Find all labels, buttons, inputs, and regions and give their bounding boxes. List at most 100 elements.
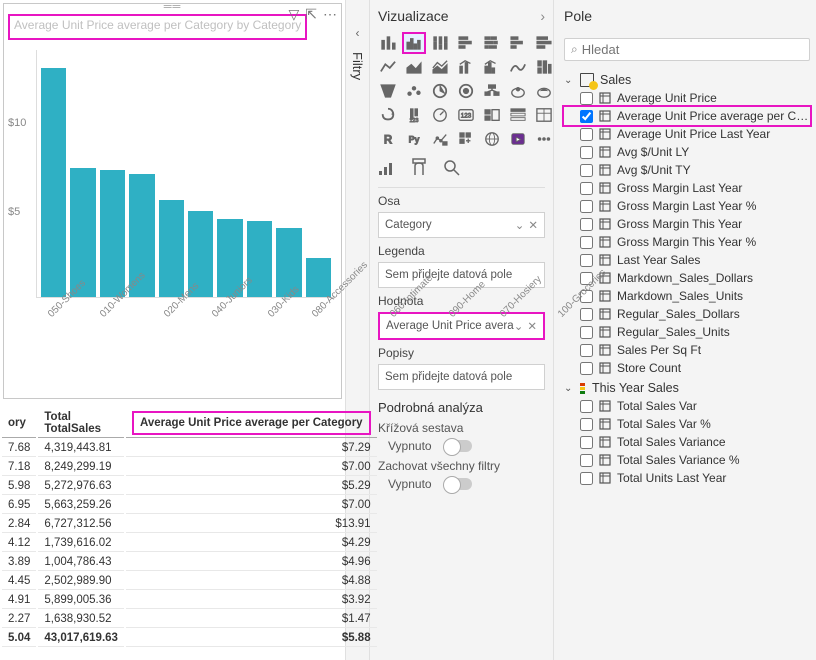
viz-type-icon[interactable] <box>456 82 476 100</box>
data-table[interactable]: ory Total TotalSales Average Unit Price … <box>0 407 379 649</box>
bar[interactable] <box>159 200 184 297</box>
field-checkbox[interactable] <box>580 454 593 467</box>
more-icon[interactable]: ⋯ <box>323 6 337 23</box>
viz-type-icon[interactable] <box>482 34 502 52</box>
search-input[interactable] <box>582 42 803 57</box>
chevron-down-icon[interactable]: ⌄ <box>515 218 525 232</box>
field-row[interactable]: Store Count <box>564 359 810 377</box>
table-row[interactable]: 4.121,739,616.02$4.29 <box>2 535 377 552</box>
field-row[interactable]: Average Unit Price Last Year <box>564 125 810 143</box>
field-row[interactable]: Total Sales Variance <box>564 433 810 451</box>
viz-type-icon[interactable] <box>378 82 398 100</box>
viz-type-icon[interactable] <box>482 106 502 124</box>
col-totalsales[interactable]: Total TotalSales <box>38 409 124 438</box>
viz-type-icon[interactable] <box>456 34 476 52</box>
table-row[interactable]: 7.188,249,299.19$7.00 <box>2 459 377 476</box>
bar[interactable] <box>306 258 331 297</box>
bar[interactable] <box>70 168 95 297</box>
axis-field-well[interactable]: Category ⌄✕ <box>378 212 545 238</box>
viz-type-icon[interactable]: 123 <box>456 106 476 124</box>
viz-type-icon[interactable] <box>508 82 528 100</box>
table-row[interactable]: 2.271,638,930.52$1.47 <box>2 611 377 628</box>
bar[interactable] <box>100 170 125 297</box>
fields-tab-icon[interactable] <box>378 158 396 179</box>
field-checkbox[interactable] <box>580 362 593 375</box>
table-sales[interactable]: ⌄ Sales <box>564 71 810 89</box>
field-row[interactable]: Gross Margin Last Year <box>564 179 810 197</box>
table-row[interactable]: 7.684,319,443.81$7.29 <box>2 440 377 457</box>
viz-type-icon[interactable] <box>534 130 554 148</box>
viz-type-icon[interactable] <box>482 130 502 148</box>
viz-type-icon[interactable] <box>508 34 528 52</box>
viz-type-icon[interactable] <box>508 130 528 148</box>
field-checkbox[interactable] <box>580 164 593 177</box>
viz-type-icon[interactable] <box>534 34 554 52</box>
bar[interactable] <box>276 228 301 297</box>
field-checkbox[interactable] <box>580 436 593 449</box>
viz-type-icon[interactable] <box>378 58 398 76</box>
field-row[interactable]: Gross Margin Last Year % <box>564 197 810 215</box>
field-row[interactable]: Gross Margin This Year % <box>564 233 810 251</box>
viz-type-icon[interactable]: R <box>378 130 398 148</box>
legend-field-well[interactable]: Sem přidejte datová pole <box>378 262 545 288</box>
field-row[interactable]: Average Unit Price <box>564 89 810 107</box>
table-row[interactable]: 4.915,899,005.36$3.92 <box>2 592 377 609</box>
col-ory[interactable]: ory <box>2 409 36 438</box>
field-checkbox[interactable] <box>580 218 593 231</box>
field-checkbox[interactable] <box>580 418 593 431</box>
viz-type-icon[interactable] <box>404 82 424 100</box>
viz-type-icon[interactable] <box>456 130 476 148</box>
field-checkbox[interactable] <box>580 236 593 249</box>
viz-type-icon[interactable] <box>456 58 476 76</box>
table-this-year-sales[interactable]: ⌄ This Year Sales <box>564 379 810 397</box>
toggle-switch[interactable] <box>444 478 472 490</box>
field-checkbox[interactable] <box>580 254 593 267</box>
fields-search[interactable]: ⌕ <box>564 38 810 61</box>
analytics-tab-icon[interactable] <box>442 158 460 179</box>
field-row[interactable]: Total Sales Var <box>564 397 810 415</box>
field-checkbox[interactable] <box>580 182 593 195</box>
viz-type-icon[interactable] <box>378 34 398 52</box>
chevron-right-icon[interactable]: › <box>540 8 545 24</box>
field-row[interactable]: Total Units Last Year <box>564 469 810 487</box>
field-row[interactable]: Avg $/Unit LY <box>564 143 810 161</box>
field-checkbox[interactable] <box>580 92 593 105</box>
viz-type-icon[interactable] <box>430 82 450 100</box>
table-row[interactable]: 6.955,663,259.26$7.00 <box>2 497 377 514</box>
col-avg[interactable]: Average Unit Price average per Category <box>126 409 377 438</box>
field-checkbox[interactable] <box>580 110 593 123</box>
viz-type-icon[interactable] <box>430 34 450 52</box>
field-row[interactable]: Average Unit Price average per Cate... <box>564 107 810 125</box>
tooltip-field-well[interactable]: Sem přidejte datová pole <box>378 364 545 390</box>
chart-visual[interactable]: ══ ▽ ⇱ ⋯ Average Unit Price average per … <box>3 3 342 399</box>
viz-type-icon[interactable] <box>482 58 502 76</box>
viz-type-icon[interactable] <box>534 82 554 100</box>
drag-handle-icon[interactable]: ══ <box>164 4 182 10</box>
viz-type-icon[interactable]: Py <box>404 130 424 148</box>
filter-icon[interactable]: ▽ <box>288 6 299 23</box>
format-tab-icon[interactable] <box>410 158 428 179</box>
viz-type-icon[interactable] <box>430 106 450 124</box>
field-row[interactable]: Avg $/Unit TY <box>564 161 810 179</box>
viz-type-icon[interactable] <box>508 106 528 124</box>
viz-type-icon[interactable] <box>430 130 450 148</box>
viz-type-icon[interactable] <box>534 106 554 124</box>
viz-type-icon[interactable] <box>404 58 424 76</box>
viz-type-icon[interactable] <box>482 82 502 100</box>
table-row[interactable]: 5.985,272,976.63$5.29 <box>2 478 377 495</box>
field-row[interactable]: Total Sales Variance % <box>564 451 810 469</box>
viz-type-icon[interactable] <box>508 58 528 76</box>
table-row[interactable]: 4.452,502,989.90$4.88 <box>2 573 377 590</box>
field-checkbox[interactable] <box>580 128 593 141</box>
table-row[interactable]: 3.891,004,786.43$4.96 <box>2 554 377 571</box>
field-checkbox[interactable] <box>580 146 593 159</box>
viz-type-icon[interactable] <box>404 34 424 52</box>
viz-type-icon[interactable] <box>430 58 450 76</box>
table-row[interactable]: 2.846,727,312.56$13.91 <box>2 516 377 533</box>
field-checkbox[interactable] <box>580 200 593 213</box>
field-checkbox[interactable] <box>580 472 593 485</box>
field-row[interactable]: Gross Margin This Year <box>564 215 810 233</box>
bar[interactable] <box>41 68 66 297</box>
toggle-switch[interactable] <box>444 440 472 452</box>
remove-icon[interactable]: ✕ <box>528 218 538 232</box>
